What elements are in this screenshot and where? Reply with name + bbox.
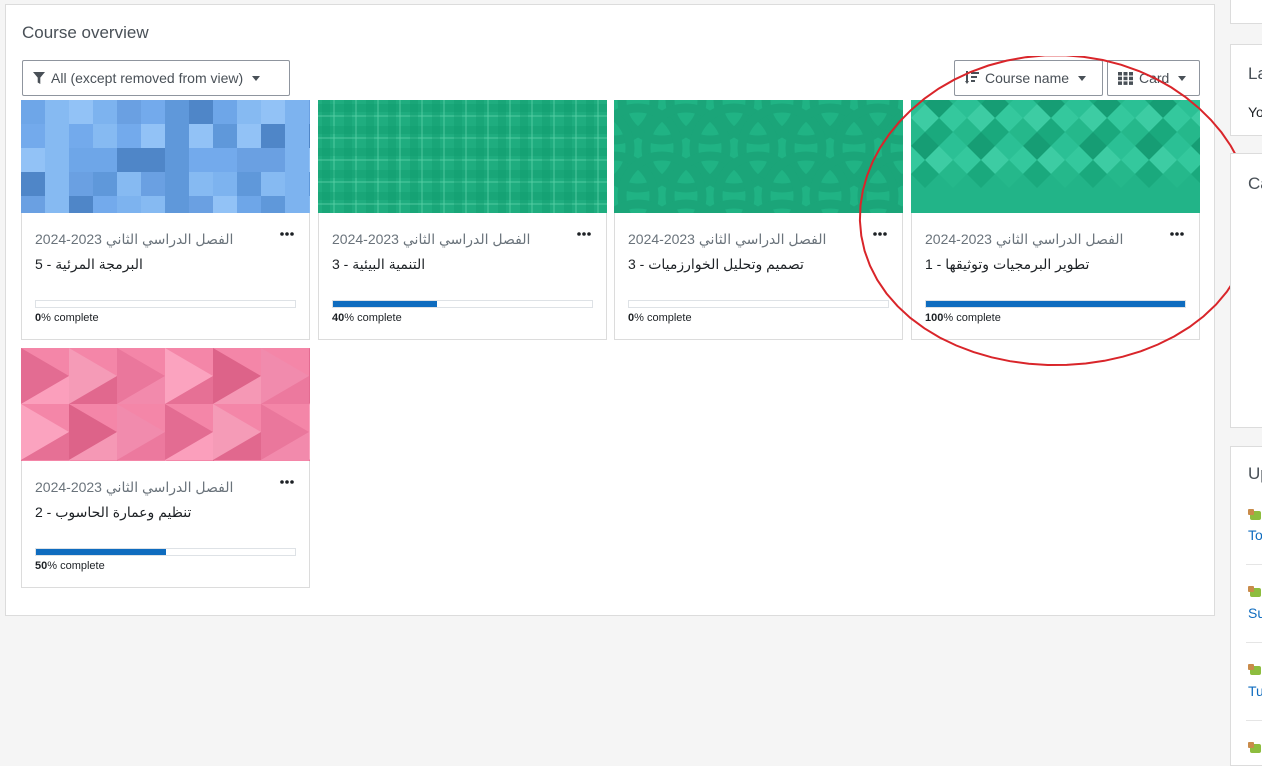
sort-icon	[965, 71, 979, 85]
course-category: الفصل الدراسي الثاني 2023-2024	[925, 231, 1124, 247]
progress-text: 40% complete	[332, 312, 402, 324]
progress-text: 50% complete	[35, 560, 105, 572]
course-image	[318, 100, 607, 213]
more-icon	[1170, 232, 1184, 236]
course-category: الفصل الدراسي الثاني 2023-2024	[35, 479, 234, 495]
divider	[1246, 642, 1262, 643]
progress-text: 0% complete	[628, 312, 692, 324]
sidebar-block-timeline: La Yo	[1230, 44, 1262, 136]
progress-bar	[925, 300, 1186, 308]
divider	[1246, 720, 1262, 721]
upcoming-event-link[interactable]: Su	[1248, 605, 1262, 621]
course-category: الفصل الدراسي الثاني 2023-2024	[628, 231, 827, 247]
course-card[interactable]: الفصل الدراسي الثاني 2023-2024 تصميم وتح…	[614, 100, 903, 340]
course-name-link[interactable]: البرمجة المرئية - 5	[35, 256, 143, 273]
upcoming-event-link[interactable]: To	[1248, 527, 1262, 543]
course-image	[21, 348, 310, 461]
progress-bar	[35, 300, 296, 308]
course-image	[614, 100, 903, 213]
progress-fill	[36, 549, 166, 555]
progress-bar	[628, 300, 889, 308]
progress-bar	[35, 548, 296, 556]
more-icon	[280, 232, 294, 236]
course-image	[911, 100, 1200, 213]
event-icon	[1248, 664, 1261, 675]
grid-icon	[1118, 71, 1133, 85]
chevron-down-icon	[252, 75, 261, 81]
more-icon	[873, 232, 887, 236]
course-category: الفصل الدراسي الثاني 2023-2024	[332, 231, 531, 247]
sidebar-block-title: La	[1248, 64, 1262, 83]
progress-text: 0% complete	[35, 312, 99, 324]
grouping-filter-label: All (except removed from view)	[51, 70, 244, 86]
course-card[interactable]: الفصل الدراسي الثاني 2023-2024 البرمجة ا…	[21, 100, 310, 340]
course-name-link[interactable]: تنظيم وعمارة الحاسوب - 2	[35, 504, 191, 521]
chevron-down-icon	[1078, 75, 1087, 81]
course-card[interactable]: الفصل الدراسي الثاني 2023-2024 تنظيم وعم…	[21, 348, 310, 588]
course-card[interactable]: الفصل الدراسي الثاني 2023-2024 التنمية ا…	[318, 100, 607, 340]
event-icon	[1248, 742, 1261, 753]
course-category: الفصل الدراسي الثاني 2023-2024	[35, 231, 234, 247]
course-actions-menu[interactable]	[870, 227, 890, 241]
course-actions-menu[interactable]	[1167, 227, 1187, 241]
upcoming-event-link[interactable]: Tu	[1248, 683, 1262, 699]
sidebar-block-title: Ca	[1248, 174, 1262, 193]
sidebar-block-title: Up	[1248, 464, 1262, 483]
filter-icon	[33, 71, 45, 85]
chevron-down-icon	[1178, 75, 1187, 81]
course-card[interactable]: الفصل الدراسي الثاني 2023-2024 تطوير الب…	[911, 100, 1200, 340]
event-icon	[1248, 509, 1261, 520]
course-actions-menu[interactable]	[277, 227, 297, 241]
display-mode-dropdown[interactable]: Card	[1107, 60, 1200, 96]
divider	[1246, 564, 1262, 565]
event-icon	[1248, 586, 1261, 597]
progress-bar	[332, 300, 593, 308]
grouping-filter-dropdown[interactable]: All (except removed from view)	[22, 60, 290, 96]
progress-fill	[926, 301, 1185, 307]
display-mode-label: Card	[1139, 70, 1170, 86]
course-name-link[interactable]: التنمية البيئية - 3	[332, 256, 425, 273]
progress-text: 100% complete	[925, 312, 1001, 324]
sidebar-block-upcoming: Up To Su Tu	[1230, 446, 1262, 766]
progress-fill	[333, 301, 437, 307]
course-actions-menu[interactable]	[277, 475, 297, 489]
course-name-link[interactable]: تطوير البرمجيات وتوثيقها - 1	[925, 256, 1089, 273]
panel-title: Course overview	[22, 23, 149, 42]
sidebar-block-top	[1230, 0, 1262, 24]
sort-dropdown[interactable]: Course name	[954, 60, 1103, 96]
sort-label: Course name	[985, 70, 1070, 86]
course-name-link[interactable]: تصميم وتحليل الخوارزميات - 3	[628, 256, 804, 273]
more-icon	[577, 232, 591, 236]
sidebar-block-calendar: Ca	[1230, 153, 1262, 428]
sidebar-block-text: Yo	[1248, 104, 1262, 120]
more-icon	[280, 480, 294, 484]
course-image	[21, 100, 310, 213]
course-actions-menu[interactable]	[574, 227, 594, 241]
